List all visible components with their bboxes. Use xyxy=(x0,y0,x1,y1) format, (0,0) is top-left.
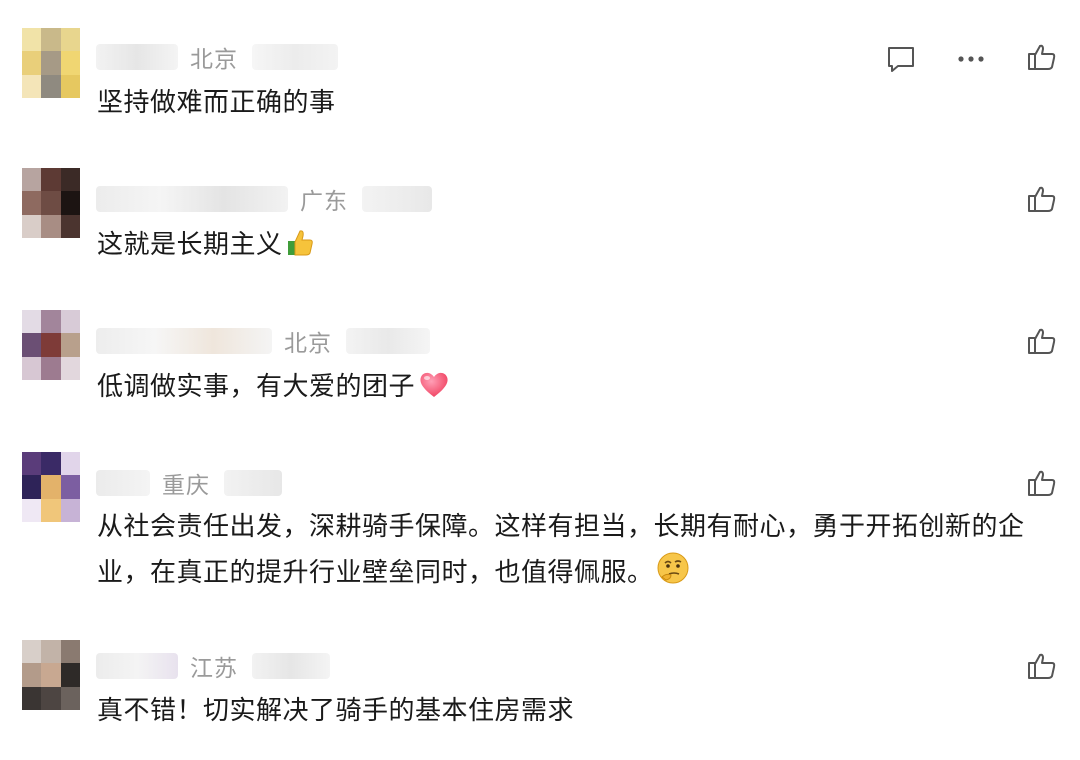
like-icon[interactable] xyxy=(1027,42,1057,72)
comment-text-content: 低调做实事，有大爱的团子 xyxy=(97,372,416,402)
comment-text-content: 坚持做难而正确的事 xyxy=(97,88,336,118)
like-icon[interactable] xyxy=(1027,326,1057,356)
username-blurred[interactable] xyxy=(96,44,178,70)
location-label: 江苏 xyxy=(190,656,238,682)
meta-blurred xyxy=(224,470,282,496)
comment-meta: 北京 xyxy=(96,326,430,357)
comment-meta: 北京 xyxy=(96,42,338,73)
avatar[interactable] xyxy=(22,452,80,522)
comment-text-content: 这就是长期主义 xyxy=(97,230,283,260)
comment-text: 低调做实事，有大爱的团子 xyxy=(97,364,1058,414)
reply-icon[interactable] xyxy=(886,44,916,74)
location-label: 北京 xyxy=(284,331,332,357)
avatar[interactable] xyxy=(22,168,80,238)
avatar[interactable] xyxy=(22,28,80,98)
comment-text: 这就是长期主义 xyxy=(97,222,1058,272)
heart-emoji-icon xyxy=(417,368,451,414)
username-blurred[interactable] xyxy=(96,470,150,496)
meta-blurred xyxy=(362,186,432,212)
comment-text: 从社会责任出发，深耕骑手保障。这样有担当，长期有耐心，勇于开拓创新的企业，在真正… xyxy=(97,504,1058,600)
meta-blurred xyxy=(252,653,330,679)
meta-blurred xyxy=(252,44,338,70)
comment-text: 真不错！切实解决了骑手的基本住房需求 xyxy=(97,688,1058,734)
thinking-face-emoji-icon xyxy=(656,551,690,600)
location-label: 重庆 xyxy=(162,473,210,499)
comment-text-content: 真不错！切实解决了骑手的基本住房需求 xyxy=(97,696,575,726)
comment-meta: 江苏 xyxy=(96,651,330,682)
avatar[interactable] xyxy=(22,310,80,380)
comment-meta: 广东 xyxy=(96,184,432,215)
comment-meta: 重庆 xyxy=(96,468,282,499)
thumbs-up-emoji-icon xyxy=(285,226,315,272)
avatar[interactable] xyxy=(22,640,80,710)
comment-text: 坚持做难而正确的事 xyxy=(97,80,1058,126)
like-icon[interactable] xyxy=(1027,651,1057,681)
username-blurred[interactable] xyxy=(96,328,272,354)
more-icon[interactable] xyxy=(956,44,986,74)
location-label: 广东 xyxy=(300,189,348,215)
username-blurred[interactable] xyxy=(96,186,288,212)
meta-blurred xyxy=(346,328,430,354)
like-icon[interactable] xyxy=(1027,184,1057,214)
location-label: 北京 xyxy=(190,47,238,73)
comment-text-content: 从社会责任出发，深耕骑手保障。这样有担当，长期有耐心，勇于开拓创新的企业，在真正… xyxy=(97,512,1025,588)
like-icon[interactable] xyxy=(1027,468,1057,498)
username-blurred[interactable] xyxy=(96,653,178,679)
